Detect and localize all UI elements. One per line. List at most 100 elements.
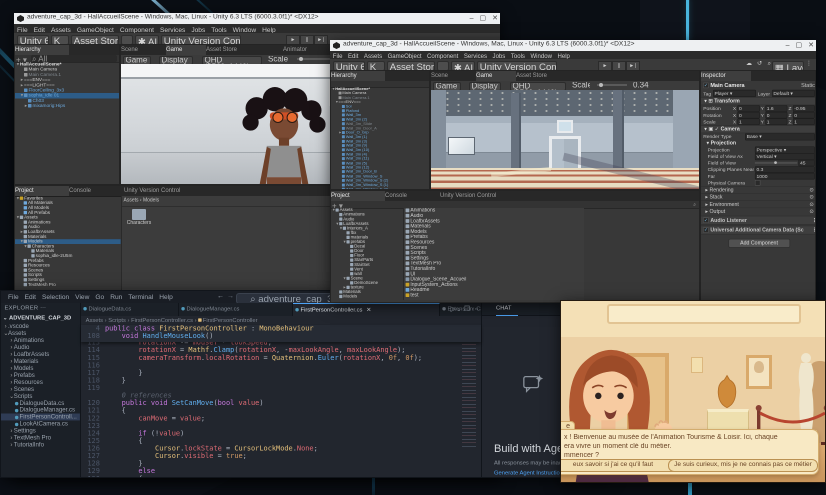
kebab-icon[interactable]: ⋮ — [806, 60, 812, 69]
split-editor-icon[interactable]: ❐ — [464, 306, 470, 313]
search-icon[interactable]: ⌕ — [693, 202, 696, 208]
slider-knob[interactable] — [773, 161, 777, 165]
render-type-select[interactable]: Base ▾ — [745, 132, 815, 141]
minimize-icon[interactable]: – — [786, 40, 790, 51]
close-icon[interactable]: ✕ — [492, 13, 498, 24]
code-area[interactable]: 113 rotationX -= mouseY * lookSpeed; 114 ro… — [81, 339, 481, 477]
bottom-tab-unity-version-control[interactable]: Unity Version Control — [124, 186, 251, 196]
ai-button[interactable]: ✱ AI — [451, 60, 475, 71]
axis-field[interactable]: 1 — [765, 118, 788, 125]
tab-inspector[interactable]: Inspector — [701, 71, 751, 81]
unity-version-button[interactable]: Unity 6 — [333, 60, 365, 71]
explorer-item[interactable]: DialogueManager.cs — [1, 407, 80, 413]
explorer-item[interactable]: ›Animations — [1, 337, 80, 344]
explorer-item[interactable]: LookAtCamera.cs — [1, 420, 80, 427]
grid-icon[interactable] — [121, 34, 133, 45]
menu-item[interactable]: Edit — [34, 26, 45, 33]
dialog-choice-button[interactable]: eux savoir si j'ai ce qu'il faut — [561, 459, 682, 472]
menu-item[interactable]: Component — [120, 26, 154, 33]
explorer-item[interactable]: ›Materials — [1, 358, 80, 365]
more-actions-icon[interactable]: ⋯ — [40, 305, 46, 311]
version-control-button[interactable]: Unity Version Control — [161, 34, 241, 45]
asset-store-button[interactable]: Asset Store — [71, 34, 119, 45]
axis-field[interactable]: 1 — [792, 118, 815, 125]
number-field[interactable]: 1000 — [754, 172, 815, 180]
close-icon[interactable]: ✕ — [365, 307, 372, 313]
tag-select[interactable]: Player ▾ — [712, 89, 756, 97]
component-checkbox[interactable]: ✓ — [703, 227, 709, 233]
menu-item[interactable]: Services — [160, 26, 185, 33]
view-tab-asset-store[interactable]: Asset Store — [516, 71, 593, 81]
bottom-tab-console[interactable]: Console — [69, 186, 123, 196]
step-button[interactable]: ►∣ — [626, 60, 640, 71]
bottom-tab-project[interactable]: Project — [15, 186, 70, 196]
ai-button[interactable]: ✱ AI — [135, 34, 159, 45]
explorer-item[interactable]: FirstPersonControll... — [1, 413, 80, 421]
nav-back-icon[interactable]: ← — [217, 291, 224, 303]
camera-section-header[interactable]: ▾ ▣ ✓ Camera — [701, 125, 815, 134]
nav-forward-icon[interactable]: → — [227, 291, 234, 303]
explorer-item[interactable]: ⌄Scripts — [1, 393, 80, 400]
project-asset[interactable]: test — [404, 293, 584, 298]
maximize-icon[interactable]: ▢ — [796, 40, 803, 51]
tree-item[interactable]: Models — [331, 294, 403, 299]
tab-hierarchy[interactable]: Hierarchy — [331, 71, 385, 81]
layout-select[interactable]: ▦ Layout — [772, 60, 804, 71]
axis-field[interactable]: 0 — [737, 105, 760, 112]
menu-item[interactable]: Go — [95, 293, 104, 302]
explorer-item[interactable]: ›TutorialInfo — [1, 441, 80, 448]
account-button[interactable]: K — [367, 60, 385, 71]
transform-section-header[interactable]: ▾ ⊞ Transform — [701, 96, 815, 106]
breadcrumb[interactable]: Assets › Scripts › FirstPersonController… — [81, 316, 481, 325]
kebab-icon[interactable]: ⋮ — [812, 227, 815, 233]
axis-field[interactable]: 1 — [737, 118, 760, 125]
explorer-item[interactable]: ⌄Assets — [1, 330, 80, 337]
step-button[interactable]: ►∣ — [314, 34, 328, 45]
scale-slider[interactable] — [596, 82, 627, 87]
dialog-choice-button[interactable]: Je suis curieux, mis je ne connais pas c… — [668, 459, 818, 472]
explorer-item[interactable]: DialogueData.cs — [1, 400, 80, 407]
pause-button[interactable]: ∥ — [300, 34, 314, 45]
view-tab-game[interactable]: Game — [476, 71, 516, 81]
editor-tab[interactable]: FirstPersonController.cs ✕ — [293, 303, 440, 316]
minimap[interactable] — [462, 327, 476, 447]
menu-item[interactable]: File — [8, 293, 19, 302]
component-header[interactable]: ✓Audio Listener ⋮ — [701, 215, 815, 225]
editor-more-icon[interactable]: ⋯ — [472, 306, 479, 313]
menu-item[interactable]: Run — [110, 293, 122, 302]
play-button[interactable]: ► — [286, 34, 300, 45]
layer-select[interactable]: Default ▾ — [771, 89, 815, 97]
project-folder[interactable]: Characters — [126, 209, 152, 226]
project-root[interactable]: ADVENTURE_CAP_3D — [9, 315, 71, 321]
minimize-icon[interactable]: – — [470, 13, 474, 24]
menu-item[interactable]: Jobs — [191, 26, 205, 33]
view-tab-asset-store[interactable]: Asset Store — [206, 45, 283, 55]
play-button[interactable]: ► — [598, 60, 612, 71]
unity-version-button[interactable]: Unity 6 — [17, 34, 49, 45]
view-tab-scene[interactable]: Scene — [121, 45, 166, 55]
explorer-item[interactable]: ›Settings — [1, 427, 80, 434]
menu-item[interactable]: View — [75, 293, 89, 302]
breadcrumb-item[interactable]: FirstPersonController — [203, 317, 258, 323]
view-tab-game[interactable]: Game — [166, 45, 206, 55]
menu-item[interactable]: Terminal — [128, 293, 153, 302]
foldout-output[interactable]: ▸ Output ⊙ — [701, 207, 815, 215]
tab-hierarchy[interactable]: Hierarchy — [15, 45, 69, 55]
grid-icon[interactable] — [437, 60, 449, 71]
menu-item[interactable]: Window — [233, 26, 256, 33]
undo-history-icon[interactable]: ↺ — [757, 60, 762, 69]
component-checkbox[interactable]: ✓ — [703, 217, 709, 223]
foldout-stack[interactable]: ▸ Stack ⊙ — [701, 193, 815, 200]
foldout-rendering[interactable]: ▸ Rendering ⊙ — [701, 186, 815, 193]
view-tab-scene[interactable]: Scene — [431, 71, 476, 81]
menu-item[interactable]: Help — [262, 26, 276, 33]
tree-item[interactable]: TextMesh Pro — [15, 282, 121, 287]
explorer-item[interactable]: ›Scenes — [1, 386, 80, 393]
pause-button[interactable]: ∥ — [612, 60, 626, 71]
search-input[interactable]: ⌕ All — [31, 55, 117, 62]
tab-chat[interactable]: CHAT — [496, 303, 518, 316]
close-icon[interactable]: ✕ — [808, 40, 814, 51]
enabled-checkbox[interactable]: ✓ — [703, 82, 709, 89]
explorer-item[interactable]: ›TextMesh Pro — [1, 434, 80, 441]
explorer-item[interactable]: ›LoafbrAssets — [1, 351, 80, 358]
